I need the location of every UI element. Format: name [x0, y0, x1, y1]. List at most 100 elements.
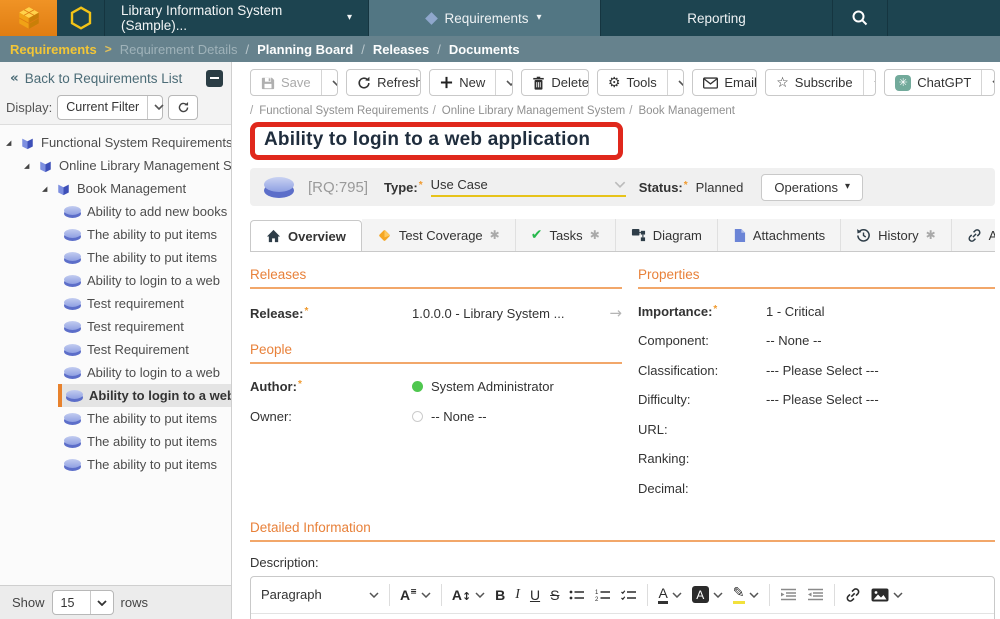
tree-item[interactable]: Test requirement	[0, 292, 231, 315]
font-size-button[interactable]: A≡	[400, 587, 431, 603]
subnav-planning-board[interactable]: Planning Board	[257, 42, 353, 57]
refresh-button[interactable]: Refresh	[347, 70, 421, 95]
page-size-value: 15	[53, 596, 83, 610]
tree-item[interactable]: The ability to put items	[0, 223, 231, 246]
italic-button[interactable]: I	[515, 587, 520, 603]
font-color-button[interactable]: A	[658, 586, 681, 604]
tree-item[interactable]: The ability to put items	[0, 430, 231, 453]
tools-dropdown-button[interactable]	[667, 70, 685, 95]
tree-item-label: Test requirement	[87, 319, 184, 334]
tree-folder-label: Book Management	[77, 181, 186, 196]
tab-diagram[interactable]: Diagram	[616, 219, 718, 251]
requirement-disk-icon	[64, 436, 81, 448]
refresh-label: Refresh	[377, 75, 421, 90]
component-value[interactable]: -- None --	[766, 333, 822, 348]
tab-overview[interactable]: Overview	[250, 220, 362, 252]
breadcrumb-item[interactable]: Functional System Requirements	[250, 105, 429, 117]
importance-value[interactable]: 1 - Critical	[766, 304, 825, 319]
paragraph-style-select[interactable]: Paragraph	[261, 587, 379, 602]
back-to-requirements-link[interactable]: Back to Requirements List	[25, 71, 183, 86]
check-list-button[interactable]	[621, 588, 637, 602]
line-height-button[interactable]: A↕	[452, 587, 485, 603]
tree-item[interactable]: Test Requirement	[0, 338, 231, 361]
breadcrumb-item[interactable]: Online Library Management System	[433, 105, 626, 117]
tools-button[interactable]: ⚙ Tools	[598, 70, 667, 95]
chatgpt-dropdown-button[interactable]	[981, 70, 995, 95]
bold-button[interactable]: B	[495, 587, 505, 603]
workspace-home-button[interactable]	[57, 0, 105, 36]
breadcrumb-item[interactable]: Book Management	[629, 105, 735, 117]
save-button[interactable]: Save	[251, 70, 321, 95]
tree-folder[interactable]: ◢ Online Library Management System	[0, 154, 231, 177]
tree-folder[interactable]: ◢ Book Management	[0, 177, 231, 200]
tab-attachments[interactable]: Attachments	[718, 219, 841, 251]
subnav-releases[interactable]: Releases	[373, 42, 429, 57]
difficulty-value[interactable]: --- Please Select ---	[766, 392, 879, 407]
tree-item[interactable]: Ability to login to a web	[0, 269, 231, 292]
strikethrough-button[interactable]: S	[550, 587, 559, 603]
goto-release-arrow-icon[interactable]: →	[609, 304, 622, 322]
tab-tasks[interactable]: ✔ Tasks ✱	[516, 219, 616, 251]
tree-folder[interactable]: ◢ Functional System Requirements	[0, 131, 231, 154]
new-dropdown-button[interactable]	[495, 70, 513, 95]
description-editor-content[interactable]	[251, 614, 994, 619]
subscribe-dropdown-button[interactable]	[863, 70, 877, 95]
background-color-button[interactable]: A	[692, 586, 723, 603]
chatgpt-button[interactable]: ✳ ChatGPT	[885, 70, 981, 95]
save-dropdown-button[interactable]	[321, 70, 338, 95]
tree-item[interactable]: The ability to put items	[0, 407, 231, 430]
chevron-down-icon	[421, 592, 431, 598]
page-title[interactable]: Ability to login to a web application	[264, 129, 590, 151]
spira-logo[interactable]	[0, 0, 57, 36]
collapse-sidebar-button[interactable]	[206, 70, 223, 87]
chevron-down-icon	[713, 592, 723, 598]
type-select[interactable]: Use Case	[431, 177, 626, 197]
subnav-documents[interactable]: Documents	[449, 42, 520, 57]
insert-image-button[interactable]	[871, 588, 903, 602]
ranking-label: Ranking:	[638, 451, 766, 466]
nav-requirements[interactable]: Requirements ▾	[368, 0, 600, 36]
tree-expand-icon[interactable]: ◢	[6, 139, 14, 147]
tree-item[interactable]: Ability to add new books	[0, 200, 231, 223]
tree-item[interactable]: The ability to put items	[0, 453, 231, 476]
hexagon-icon	[68, 5, 94, 31]
tree-item[interactable]: Test requirement	[0, 315, 231, 338]
new-button[interactable]: New	[430, 70, 495, 95]
delete-button[interactable]: Delete	[522, 70, 589, 95]
search-button[interactable]	[832, 0, 888, 36]
indent-button[interactable]	[780, 588, 797, 601]
insert-link-button[interactable]	[845, 587, 861, 603]
subnav-requirements[interactable]: Requirements	[10, 42, 97, 57]
tree-item-selected[interactable]: Ability to login to a web	[0, 384, 231, 407]
nav-reporting[interactable]: Reporting	[600, 0, 832, 36]
display-label: Display:	[6, 100, 52, 115]
operations-button[interactable]: Operations ▾	[761, 174, 863, 201]
release-value[interactable]: 1.0.0.0 - Library System ...	[412, 306, 564, 321]
page-size-select[interactable]: 15	[52, 590, 114, 615]
tab-associations[interactable]: Associations	[952, 219, 995, 251]
numbered-list-button[interactable]: 12	[595, 588, 611, 602]
filter-select[interactable]: Current Filter	[57, 95, 163, 120]
tree-expand-icon[interactable]: ◢	[42, 185, 50, 193]
highlight-button[interactable]: ✎	[733, 586, 759, 604]
refresh-tree-button[interactable]	[168, 95, 198, 120]
chevron-down-icon	[614, 181, 626, 188]
author-value[interactable]: System Administrator	[412, 379, 554, 394]
classification-value[interactable]: --- Please Select ---	[766, 363, 879, 378]
outdent-button[interactable]	[807, 588, 824, 601]
subscribe-button[interactable]: ☆ Subscribe	[766, 70, 862, 95]
tree-item[interactable]: The ability to put items	[0, 246, 231, 269]
tree-item[interactable]: Ability to login to a web	[0, 361, 231, 384]
tree-expand-icon[interactable]: ◢	[24, 162, 32, 170]
tab-test-coverage[interactable]: Test Coverage ✱	[362, 219, 516, 251]
owner-value[interactable]: -- None --	[412, 409, 487, 424]
url-label: URL:	[638, 422, 766, 437]
tab-history[interactable]: History ✱	[841, 219, 952, 251]
bullet-list-button[interactable]	[569, 588, 585, 602]
email-button[interactable]: Email	[693, 70, 757, 95]
trash-icon	[532, 76, 545, 90]
underline-button[interactable]: U	[530, 587, 540, 603]
status-group: Status: Planned	[639, 180, 744, 195]
requirement-info-bar: [RQ:795] Type: Use Case Status: Planned …	[250, 168, 995, 206]
project-selector[interactable]: Library Information System (Sample)... ▾	[105, 0, 368, 36]
